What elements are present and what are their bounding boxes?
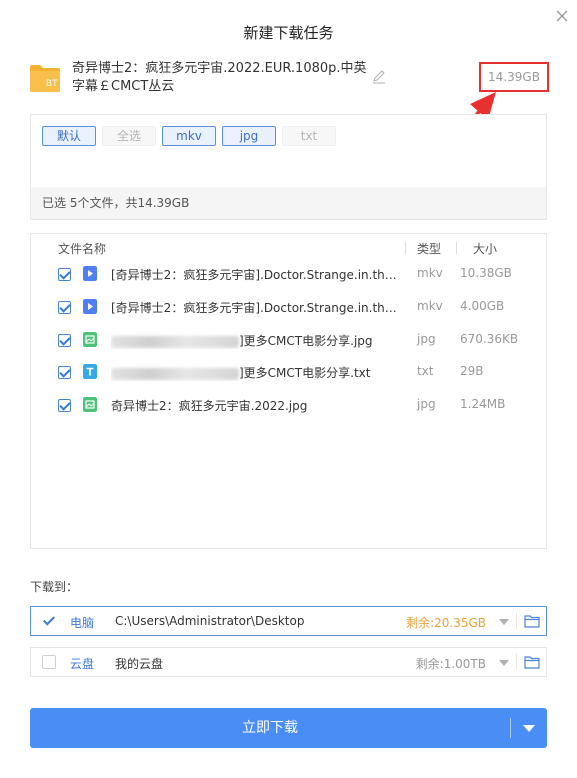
file-checkbox[interactable] bbox=[58, 366, 71, 379]
column-divider bbox=[456, 242, 457, 254]
bt-folder-icon: BT bbox=[30, 65, 60, 92]
download-to-label: 下载到： bbox=[30, 580, 79, 594]
file-name: 奇异博士2：疯狂多元宇宙.2022.jpg bbox=[111, 399, 308, 413]
browse-folder-icon[interactable] bbox=[524, 614, 540, 628]
path-history-dropdown-icon[interactable] bbox=[499, 619, 509, 625]
destination-path: 我的云盘 bbox=[115, 657, 164, 671]
selection-summary: 已选 5个文件，共14.39GB bbox=[31, 187, 546, 219]
svg-text:BT: BT bbox=[46, 78, 58, 88]
redacted-text bbox=[111, 335, 239, 348]
divider bbox=[516, 654, 517, 670]
filter-panel: 默认 全选 mkv jpg txt 已选 5个文件，共14.39GB bbox=[30, 114, 547, 220]
file-name: ]更多CMCT电影分享.jpg bbox=[111, 332, 401, 349]
file-size: 670.36KB bbox=[460, 332, 519, 346]
file-checkbox[interactable] bbox=[58, 268, 71, 281]
filter-mkv-button[interactable]: mkv bbox=[162, 126, 216, 146]
filter-select-all-button[interactable]: 全选 bbox=[102, 126, 156, 146]
destination-name: 云盘 bbox=[70, 657, 95, 671]
file-checkbox[interactable] bbox=[58, 301, 71, 314]
file-row[interactable]: ]更多CMCT电影分享.jpg jpg 670.36KB bbox=[31, 324, 546, 356]
file-row[interactable]: [奇异博士2：疯狂多元宇宙].Doctor.Strange.in.the.Mul… bbox=[31, 291, 546, 323]
column-divider bbox=[405, 242, 406, 254]
image-file-icon bbox=[83, 332, 97, 347]
destination-checkbox[interactable] bbox=[42, 655, 56, 669]
file-size: 10.38GB bbox=[460, 266, 512, 280]
dialog-title: 新建下载任务 bbox=[243, 24, 334, 42]
edit-icon[interactable] bbox=[372, 70, 386, 84]
column-header-size[interactable]: 大小 bbox=[473, 240, 497, 257]
file-row[interactable]: ]更多CMCT电影分享.txt txt 29B bbox=[31, 356, 546, 388]
column-header-type[interactable]: 类型 bbox=[417, 240, 441, 257]
image-file-icon bbox=[83, 397, 97, 412]
file-type: jpg bbox=[417, 397, 436, 411]
destination-cloud[interactable]: 云盘 我的云盘 剩余:1.00TB bbox=[30, 647, 547, 677]
filter-default-button[interactable]: 默认 bbox=[42, 126, 96, 146]
file-list: 文件名称 类型 大小 [奇异博士2：疯狂多元宇宙].Doctor.Strange… bbox=[30, 233, 547, 549]
file-name: [奇异博士2：疯狂多元宇宙].Doctor.Strange.in.the.Mul… bbox=[111, 268, 401, 282]
free-space: 剩余:1.00TB bbox=[415, 657, 486, 671]
column-header-name[interactable]: 文件名称 bbox=[58, 240, 106, 257]
close-icon[interactable] bbox=[553, 7, 571, 25]
file-row[interactable]: 奇异博士2：疯狂多元宇宙.2022.jpg jpg 1.24MB bbox=[31, 389, 546, 421]
total-size: 14.39GB bbox=[479, 62, 549, 92]
file-type: txt bbox=[417, 364, 434, 378]
file-checkbox[interactable] bbox=[58, 399, 71, 412]
browse-folder-icon[interactable] bbox=[524, 655, 540, 669]
file-checkbox[interactable] bbox=[58, 334, 71, 347]
file-name: [奇异博士2：疯狂多元宇宙].Doctor.Strange.in.the.Mul… bbox=[111, 301, 401, 315]
text-file-icon bbox=[83, 364, 97, 379]
destination-checkbox[interactable] bbox=[42, 614, 56, 628]
video-file-icon bbox=[83, 266, 97, 281]
filter-jpg-button[interactable]: jpg bbox=[222, 126, 276, 146]
download-now-button[interactable]: 立即下载 bbox=[30, 708, 547, 748]
file-size: 1.24MB bbox=[460, 397, 506, 411]
destination-path: C:\Users\Administrator\Desktop bbox=[115, 614, 305, 628]
redacted-text bbox=[111, 367, 239, 380]
destination-name: 电脑 bbox=[70, 616, 95, 630]
file-type: mkv bbox=[417, 299, 443, 313]
filter-txt-button[interactable]: txt bbox=[282, 126, 336, 146]
divider bbox=[516, 613, 517, 629]
free-space: 剩余:20.35GB bbox=[406, 616, 486, 630]
file-name: ]更多CMCT电影分享.txt bbox=[111, 364, 401, 381]
destination-computer[interactable]: 电脑 C:\Users\Administrator\Desktop 剩余:20.… bbox=[30, 606, 547, 636]
file-size: 4.00GB bbox=[460, 299, 505, 313]
file-type: jpg bbox=[417, 332, 436, 346]
task-name: 奇异博士2：疯狂多元宇宙.2022.EUR.1080p.中英字幕￡CMCT丛云 bbox=[72, 61, 367, 94]
download-now-label: 立即下载 bbox=[242, 720, 298, 736]
path-history-dropdown-icon[interactable] bbox=[499, 660, 509, 666]
divider bbox=[510, 718, 511, 738]
video-file-icon bbox=[83, 299, 97, 314]
file-size: 29B bbox=[460, 364, 484, 378]
download-options-dropdown-icon[interactable] bbox=[523, 725, 535, 732]
file-type: mkv bbox=[417, 266, 443, 280]
file-row[interactable]: [奇异博士2：疯狂多元宇宙].Doctor.Strange.in.the.Mul… bbox=[31, 258, 546, 290]
